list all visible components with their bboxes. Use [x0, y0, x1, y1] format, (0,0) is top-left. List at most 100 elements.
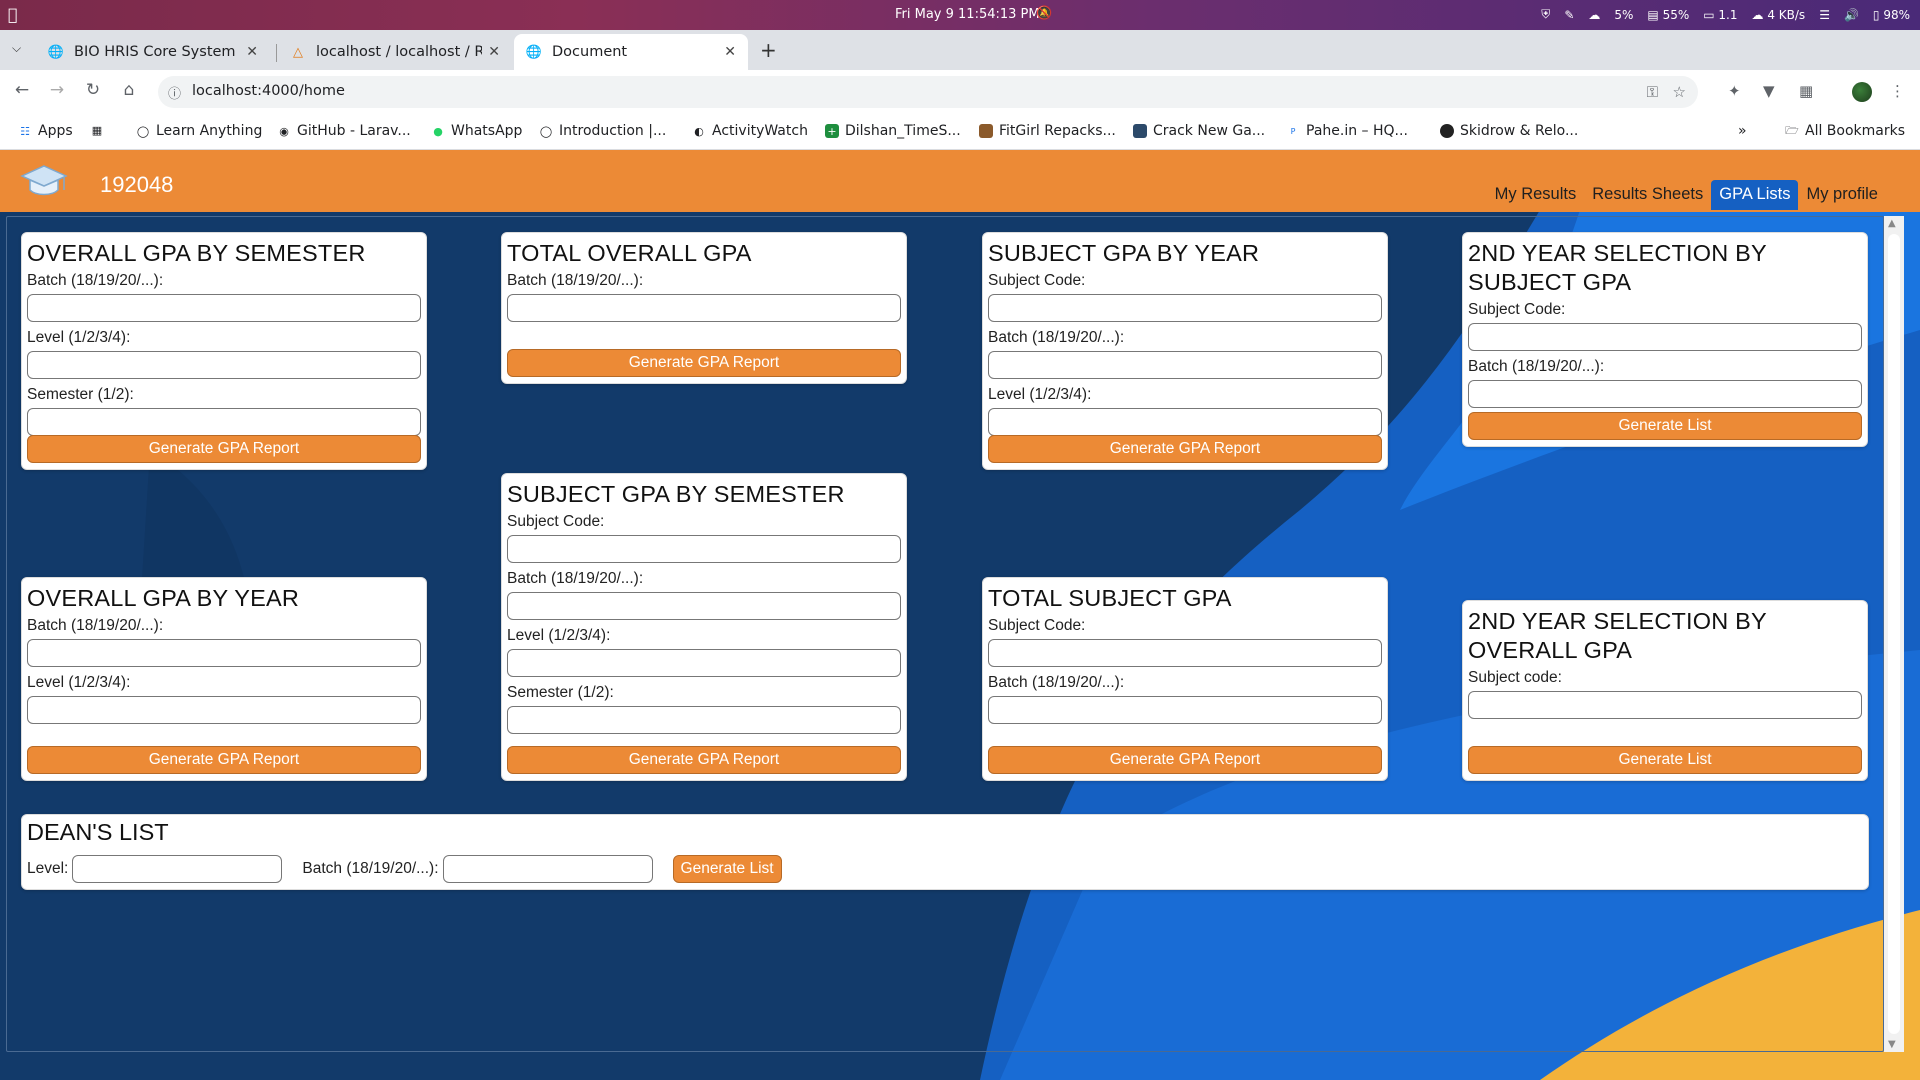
whatsapp-icon: ●: [433, 124, 443, 138]
address-bar[interactable]: ⓘ localhost:4000/home ⚿ ☆: [158, 76, 1698, 108]
close-icon[interactable]: ✕: [488, 44, 500, 60]
bookmark-pahe[interactable]: P Pahe.in – HQ...: [1286, 123, 1408, 139]
tab-phpmyadmin[interactable]: △ localhost / localhost / RE ✕: [278, 34, 512, 70]
card-total-subject-gpa: TOTAL SUBJECT GPA Subject Code: Batch (1…: [982, 577, 1388, 781]
batch-input[interactable]: [988, 696, 1382, 724]
profile-avatar[interactable]: [1852, 82, 1872, 102]
shield-icon[interactable]: ⛨: [1541, 7, 1550, 22]
reload-icon[interactable]: ↻: [81, 80, 105, 100]
tab-search-icon[interactable]: ⌵: [12, 41, 28, 57]
level-input[interactable]: [988, 408, 1382, 436]
subject-code-input[interactable]: [507, 535, 901, 563]
generate-gpa-report-button[interactable]: Generate GPA Report: [988, 435, 1382, 463]
network-readout[interactable]: ☁ 4 KB/s: [1752, 8, 1806, 22]
bookmark-introduction[interactable]: ◯ Introduction |...: [539, 123, 666, 139]
color-picker-icon[interactable]: ✎: [1564, 8, 1574, 22]
forward-icon[interactable]: →: [45, 80, 69, 100]
cloud-icon[interactable]: ☁: [1588, 8, 1600, 22]
nav-gpa-lists[interactable]: GPA Lists: [1711, 180, 1799, 210]
crack-games-icon: [1133, 124, 1147, 138]
generate-list-button[interactable]: Generate List: [1468, 746, 1862, 774]
generate-gpa-report-button[interactable]: Generate GPA Report: [988, 746, 1382, 774]
extension-lightning-icon[interactable]: ✦: [1728, 82, 1741, 100]
bookmark-fitgirl[interactable]: FitGirl Repacks...: [979, 123, 1116, 139]
password-key-icon[interactable]: ⚿: [1647, 83, 1658, 101]
bookmark-whatsapp[interactable]: ● WhatsApp: [431, 123, 522, 139]
home-icon[interactable]: ⌂: [117, 80, 141, 100]
close-icon[interactable]: ✕: [724, 44, 736, 60]
scroll-up-icon[interactable]: ▲: [1888, 218, 1896, 229]
batch-input[interactable]: [507, 294, 901, 322]
card-title: DEAN'S LIST: [27, 819, 169, 845]
batch-input[interactable]: [988, 351, 1382, 379]
generate-gpa-report-button[interactable]: Generate GPA Report: [27, 746, 421, 774]
card-subject-gpa-by-year: SUBJECT GPA BY YEAR Subject Code: Batch …: [982, 232, 1388, 470]
bookmark-tab-groups[interactable]: ▦: [90, 123, 104, 137]
generate-gpa-report-button[interactable]: Generate GPA Report: [507, 746, 901, 774]
bookmark-github[interactable]: ◉ GitHub - Larav...: [277, 123, 411, 139]
generate-list-button[interactable]: Generate List: [1468, 412, 1862, 440]
field-label-subject-code: Subject Code:: [507, 513, 605, 530]
bookmark-skidrow[interactable]: Skidrow & Relo...: [1440, 123, 1578, 139]
card-title: SUBJECT GPA BY YEAR: [988, 240, 1260, 266]
os-clock[interactable]: Fri May 9 11:54:13 PM: [895, 7, 1040, 22]
extensions-puzzle-icon[interactable]: ▦: [1799, 82, 1813, 100]
bookmark-label: Skidrow & Relo...: [1460, 123, 1579, 139]
batch-input[interactable]: [507, 592, 901, 620]
bookmark-crack-new-games[interactable]: Crack New Ga...: [1133, 123, 1265, 139]
subject-code-input[interactable]: [1468, 323, 1862, 351]
monitor-readout[interactable]: ▭ 1.1: [1703, 8, 1737, 22]
bookmark-dilshan-timesheet[interactable]: + Dilshan_TimeS...: [825, 123, 961, 139]
field-label-subject-code: Subject Code:: [988, 272, 1086, 289]
level-input[interactable]: [27, 696, 421, 724]
tab-document[interactable]: 🌐 Document ✕: [514, 34, 748, 70]
scroll-thumb[interactable]: [1888, 234, 1900, 1034]
field-label-batch: Batch (18/19/20/...):: [507, 272, 644, 289]
bookmark-apps[interactable]: ☷ Apps: [18, 123, 73, 139]
subject-code-input[interactable]: [1468, 691, 1862, 719]
batch-input[interactable]: [1468, 380, 1862, 408]
batch-input[interactable]: [27, 639, 421, 667]
back-icon[interactable]: ←: [10, 80, 34, 100]
graduation-cap-icon[interactable]: [20, 160, 68, 200]
vertical-scrollbar[interactable]: ▲ ▼: [1884, 216, 1904, 1052]
nav-results-sheets[interactable]: Results Sheets: [1584, 180, 1711, 210]
nav-my-results[interactable]: My Results: [1487, 180, 1585, 210]
bookmark-star-icon[interactable]: ☆: [1673, 83, 1686, 101]
subject-code-input[interactable]: [988, 294, 1382, 322]
volume-icon[interactable]: 🔊: [1844, 8, 1859, 22]
field-label-subject-code: Subject code:: [1468, 669, 1562, 686]
cpu-readout[interactable]: 5%: [1614, 8, 1633, 22]
close-icon[interactable]: ✕: [246, 44, 258, 60]
battery-status-readout[interactable]: ▤ 55%: [1647, 8, 1689, 22]
bookmark-activitywatch[interactable]: ◐ ActivityWatch: [692, 123, 808, 139]
generate-gpa-report-button[interactable]: Generate GPA Report: [27, 435, 421, 463]
all-bookmarks[interactable]: 🗁 All Bookmarks: [1785, 123, 1905, 139]
batch-input[interactable]: [27, 294, 421, 322]
nav-my-profile[interactable]: My profile: [1798, 180, 1886, 210]
scroll-down-icon[interactable]: ▼: [1888, 1039, 1896, 1050]
subject-code-input[interactable]: [988, 639, 1382, 667]
bookmark-learn-anything[interactable]: ◯ Learn Anything: [136, 123, 262, 139]
battery-readout[interactable]: ▯ 98%: [1873, 8, 1910, 22]
bookmark-label: ActivityWatch: [712, 123, 808, 139]
extension-filter-icon[interactable]: ▼: [1763, 82, 1775, 100]
tab-title: localhost / localhost / RE: [316, 44, 483, 60]
generate-gpa-report-button[interactable]: Generate GPA Report: [507, 349, 901, 377]
url-text[interactable]: localhost:4000/home: [192, 83, 345, 99]
semester-input[interactable]: [507, 706, 901, 734]
menu-kebab-icon[interactable]: ⋮: [1890, 82, 1905, 100]
wifi-icon[interactable]: ☰: [1819, 8, 1830, 22]
level-input[interactable]: [507, 649, 901, 677]
tab-bio-hris[interactable]: 🌐 BIO HRIS Core System ✕: [36, 34, 270, 70]
semester-input[interactable]: [27, 408, 421, 436]
bookmarks-overflow-icon[interactable]: »: [1738, 123, 1747, 139]
tab-separator: [276, 44, 277, 62]
level-input[interactable]: [72, 855, 283, 883]
batch-input[interactable]: [442, 855, 653, 883]
apple-icon[interactable]: : [8, 5, 18, 24]
site-info-icon[interactable]: ⓘ: [168, 83, 181, 102]
generate-list-button[interactable]: Generate List: [672, 855, 782, 883]
level-input[interactable]: [27, 351, 421, 379]
new-tab-icon[interactable]: +: [760, 38, 777, 62]
